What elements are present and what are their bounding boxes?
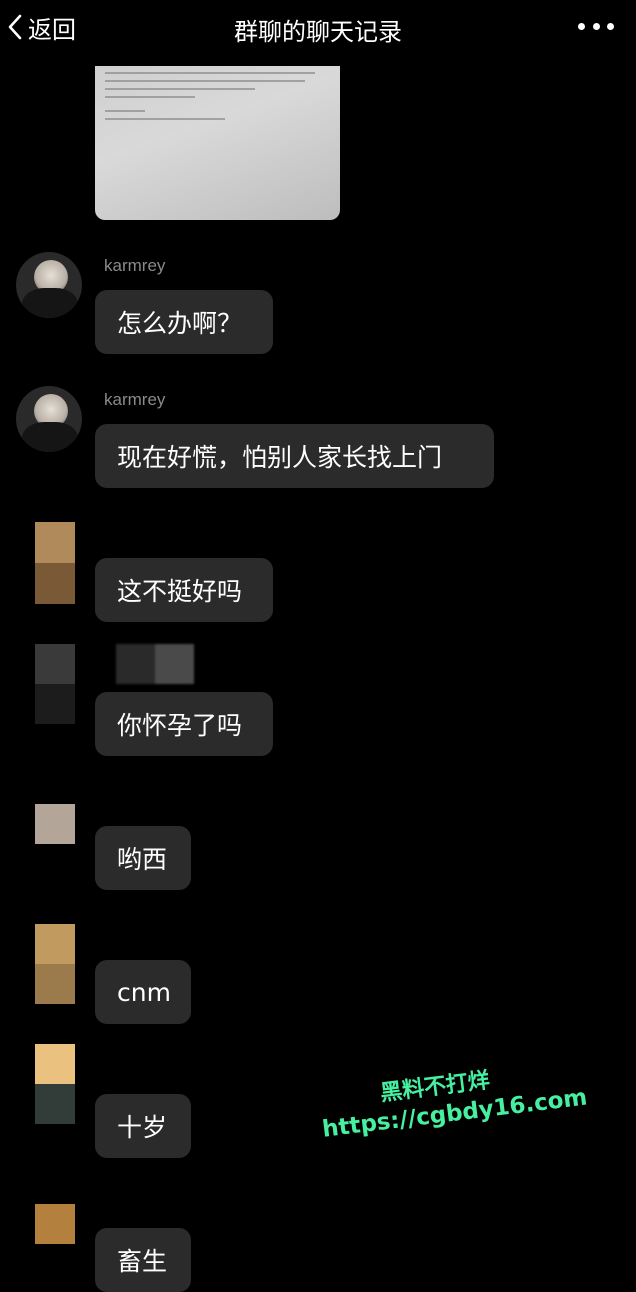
watermark: 黑料不打烊 https://cgbdy16.com [310,1041,618,1163]
message-bubble[interactable]: 现在好慌，怕别人家长找上门 [95,424,494,488]
avatar[interactable] [16,386,82,452]
avatar[interactable] [35,804,75,844]
message-bubble[interactable]: 怎么办啊？ [95,290,273,354]
avatar[interactable] [35,1044,75,1124]
message-bubble[interactable]: 十岁 [95,1094,191,1158]
message-bubble[interactable]: 这不挺好吗 [95,558,273,622]
message-bubble[interactable]: 你怀孕了吗 [95,692,273,756]
avatar[interactable] [35,924,75,1004]
message-bubble[interactable]: cnm [95,960,191,1024]
avatar[interactable] [35,1204,75,1244]
blurred-sender-name [116,644,194,684]
sender-name: karmrey [104,256,166,275]
message-bubble[interactable]: 哟西 [95,826,191,890]
sender-name: karmrey [104,390,166,409]
page-title: 群聊的聊天记录 [234,18,402,46]
avatar[interactable] [16,252,82,318]
shared-document-image[interactable] [95,66,340,220]
message-bubble[interactable]: 畜生 [95,1228,191,1292]
avatar[interactable] [35,644,75,724]
avatar[interactable] [35,522,75,604]
top-bar: 返回 群聊的聊天记录 [0,0,636,56]
more-dots-icon[interactable] [578,16,614,36]
